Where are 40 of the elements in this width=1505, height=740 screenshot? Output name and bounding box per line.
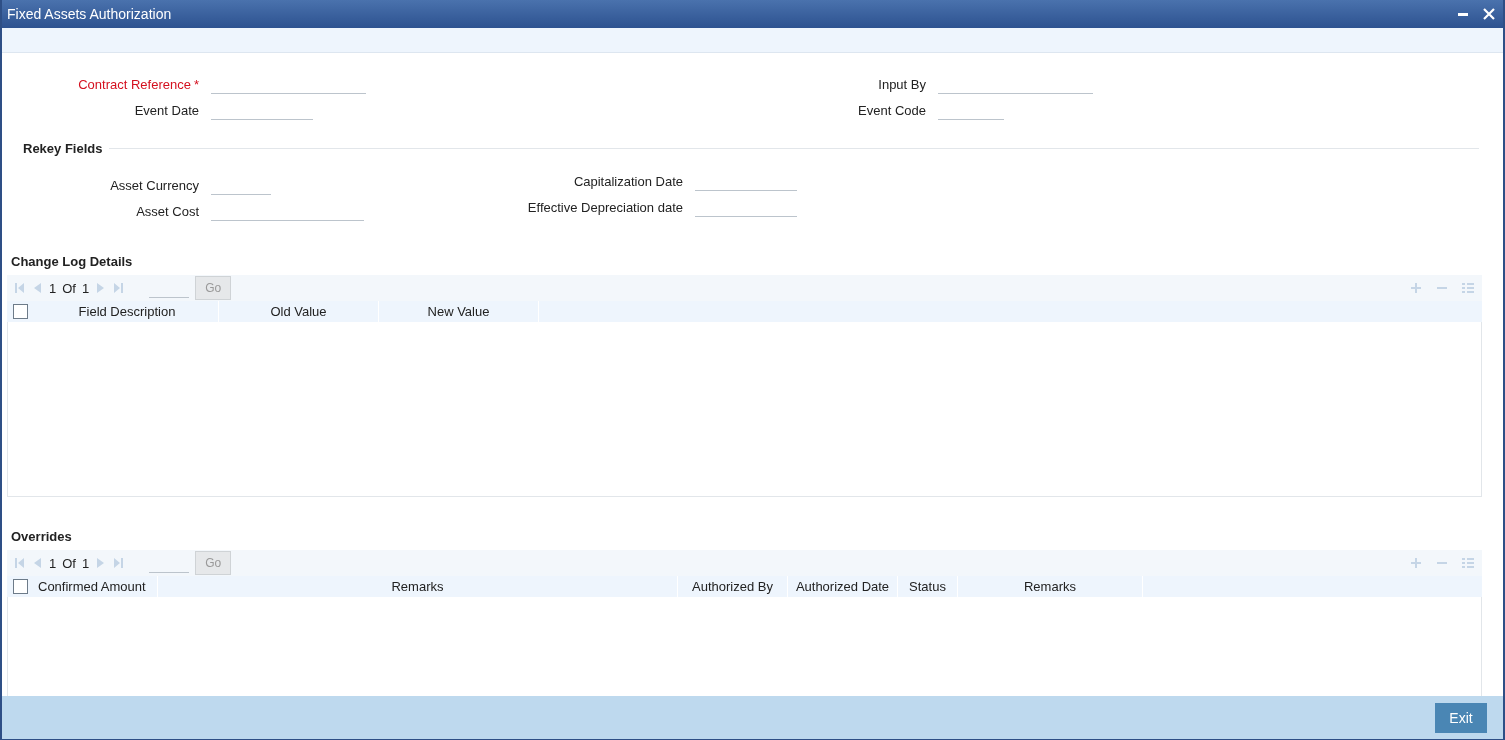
section-title: Overrides [11, 529, 73, 544]
column-header[interactable]: Remarks [958, 576, 1143, 597]
first-page-icon[interactable] [13, 282, 25, 294]
page-total: 1 [81, 280, 90, 296]
window-title: Fixed Assets Authorization [7, 6, 172, 22]
list-view-icon[interactable] [1462, 557, 1474, 569]
close-icon[interactable] [1483, 8, 1495, 20]
column-header[interactable]: Confirmed Amount [36, 576, 158, 597]
field-label: Effective Depreciation date [526, 199, 684, 215]
first-page-icon[interactable] [13, 557, 25, 569]
column-header[interactable]: New Value [379, 301, 539, 322]
page-number: 1 [49, 555, 57, 571]
column-header[interactable]: Authorized By [678, 576, 788, 597]
field-label: Input By [877, 76, 927, 92]
field-label: Capitalization Date [572, 173, 684, 189]
add-row-icon[interactable] [1410, 282, 1422, 294]
add-row-icon[interactable] [1410, 557, 1422, 569]
page-total: 1 [81, 555, 90, 571]
field-label: Asset Currency [109, 177, 200, 193]
field-label: Asset Cost [135, 203, 200, 219]
field-label: Contract Reference * [77, 76, 200, 92]
column-header[interactable]: Field Description [36, 301, 219, 322]
column-header[interactable]: Status [898, 576, 958, 597]
section-title: Rekey Fields [23, 141, 104, 156]
page-number: 1 [49, 280, 57, 296]
last-page-icon[interactable] [113, 282, 126, 294]
column-header[interactable]: Old Value [219, 301, 379, 322]
required-asterisk: * [193, 76, 199, 92]
page-of-label: Of [62, 555, 76, 571]
column-header[interactable]: Authorized Date [788, 576, 898, 597]
last-page-icon[interactable] [113, 557, 126, 569]
select-all-checkbox[interactable] [13, 579, 28, 594]
list-view-icon[interactable] [1462, 282, 1474, 294]
field-label: Event Date [133, 102, 200, 118]
section-title: Change Log Details [11, 254, 134, 269]
exit-button[interactable]: Exit [1435, 702, 1487, 733]
field-label: Event Code [857, 102, 927, 118]
select-all-checkbox[interactable] [13, 304, 28, 319]
page-of-label: Of [62, 280, 76, 296]
column-header[interactable]: Remarks [158, 576, 678, 597]
